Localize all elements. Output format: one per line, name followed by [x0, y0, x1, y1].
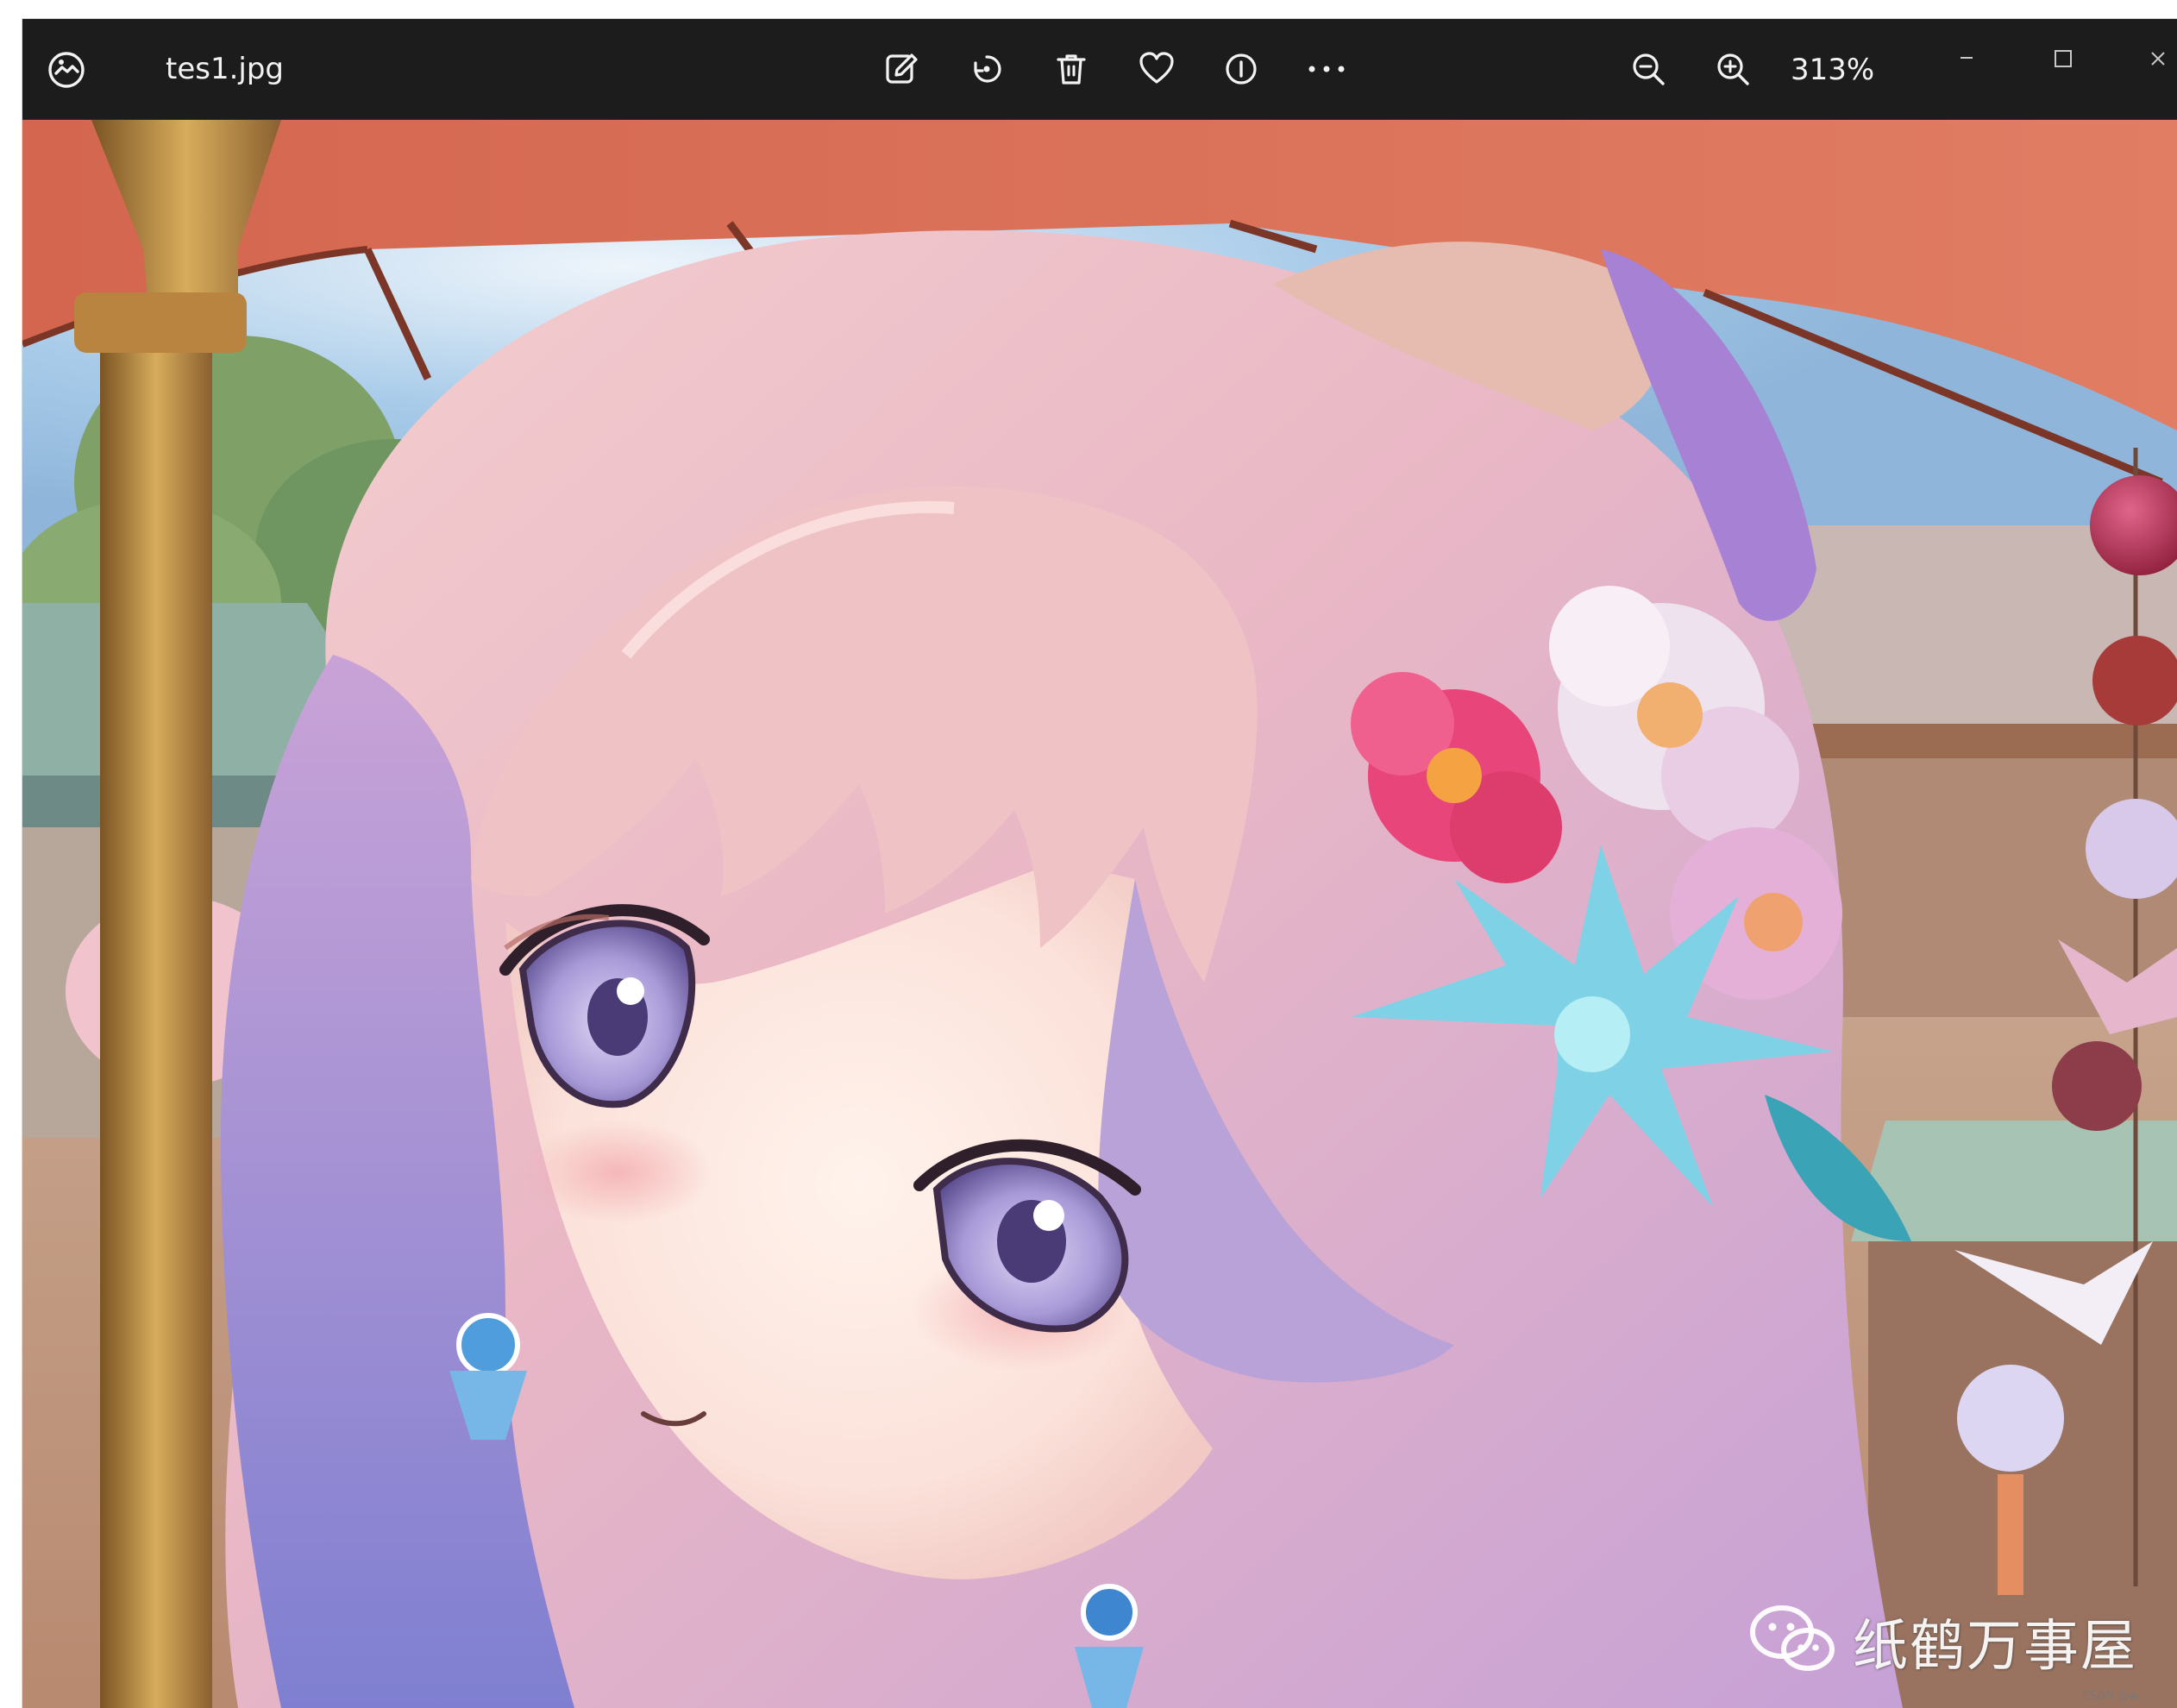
corner-attribution: CSDN @w...	[2081, 1690, 2148, 1703]
zoom-out-icon	[1628, 49, 1668, 89]
maximize-icon	[2050, 46, 2076, 75]
delete-button[interactable]	[1037, 35, 1106, 104]
edit-image-icon	[882, 49, 922, 89]
photos-app-icon	[41, 45, 91, 95]
wechat-icon	[1747, 1603, 1837, 1680]
rotate-icon	[967, 49, 1007, 89]
info-icon	[1221, 49, 1261, 89]
info-button[interactable]	[1207, 35, 1276, 104]
title-bar: tes1.jpg 313%	[22, 19, 2177, 120]
heart-icon	[1137, 49, 1176, 89]
rotate-button[interactable]	[952, 35, 1021, 104]
image-viewport[interactable]: 纸鹤万事屋 CSDN @w...	[22, 120, 2177, 1708]
photo-viewer-window: tes1.jpg 313% 纸鹤万事屋 CSDN @w...	[22, 19, 2177, 1708]
edit-button[interactable]	[868, 35, 937, 104]
file-name-label: tes1.jpg	[166, 52, 285, 86]
watermark-text: 纸鹤万事屋	[1853, 1615, 2137, 1679]
zoom-in-icon	[1713, 49, 1753, 89]
zoom-in-button[interactable]	[1698, 35, 1767, 104]
maximize-button[interactable]	[2022, 35, 2105, 86]
close-button[interactable]	[2117, 35, 2177, 86]
favorite-button[interactable]	[1122, 35, 1191, 104]
zoom-level-label[interactable]: 313%	[1791, 52, 1874, 88]
zoom-out-button[interactable]	[1614, 35, 1683, 104]
watermark: 纸鹤万事屋	[1747, 1598, 2137, 1685]
displayed-image	[22, 120, 2177, 1708]
more-options-button[interactable]	[1292, 35, 1361, 104]
close-icon	[2145, 46, 2171, 75]
minimize-icon	[1954, 46, 1979, 75]
trash-icon	[1051, 49, 1091, 89]
more-dots-icon	[1304, 49, 1349, 89]
minimize-button[interactable]	[1925, 35, 2008, 86]
